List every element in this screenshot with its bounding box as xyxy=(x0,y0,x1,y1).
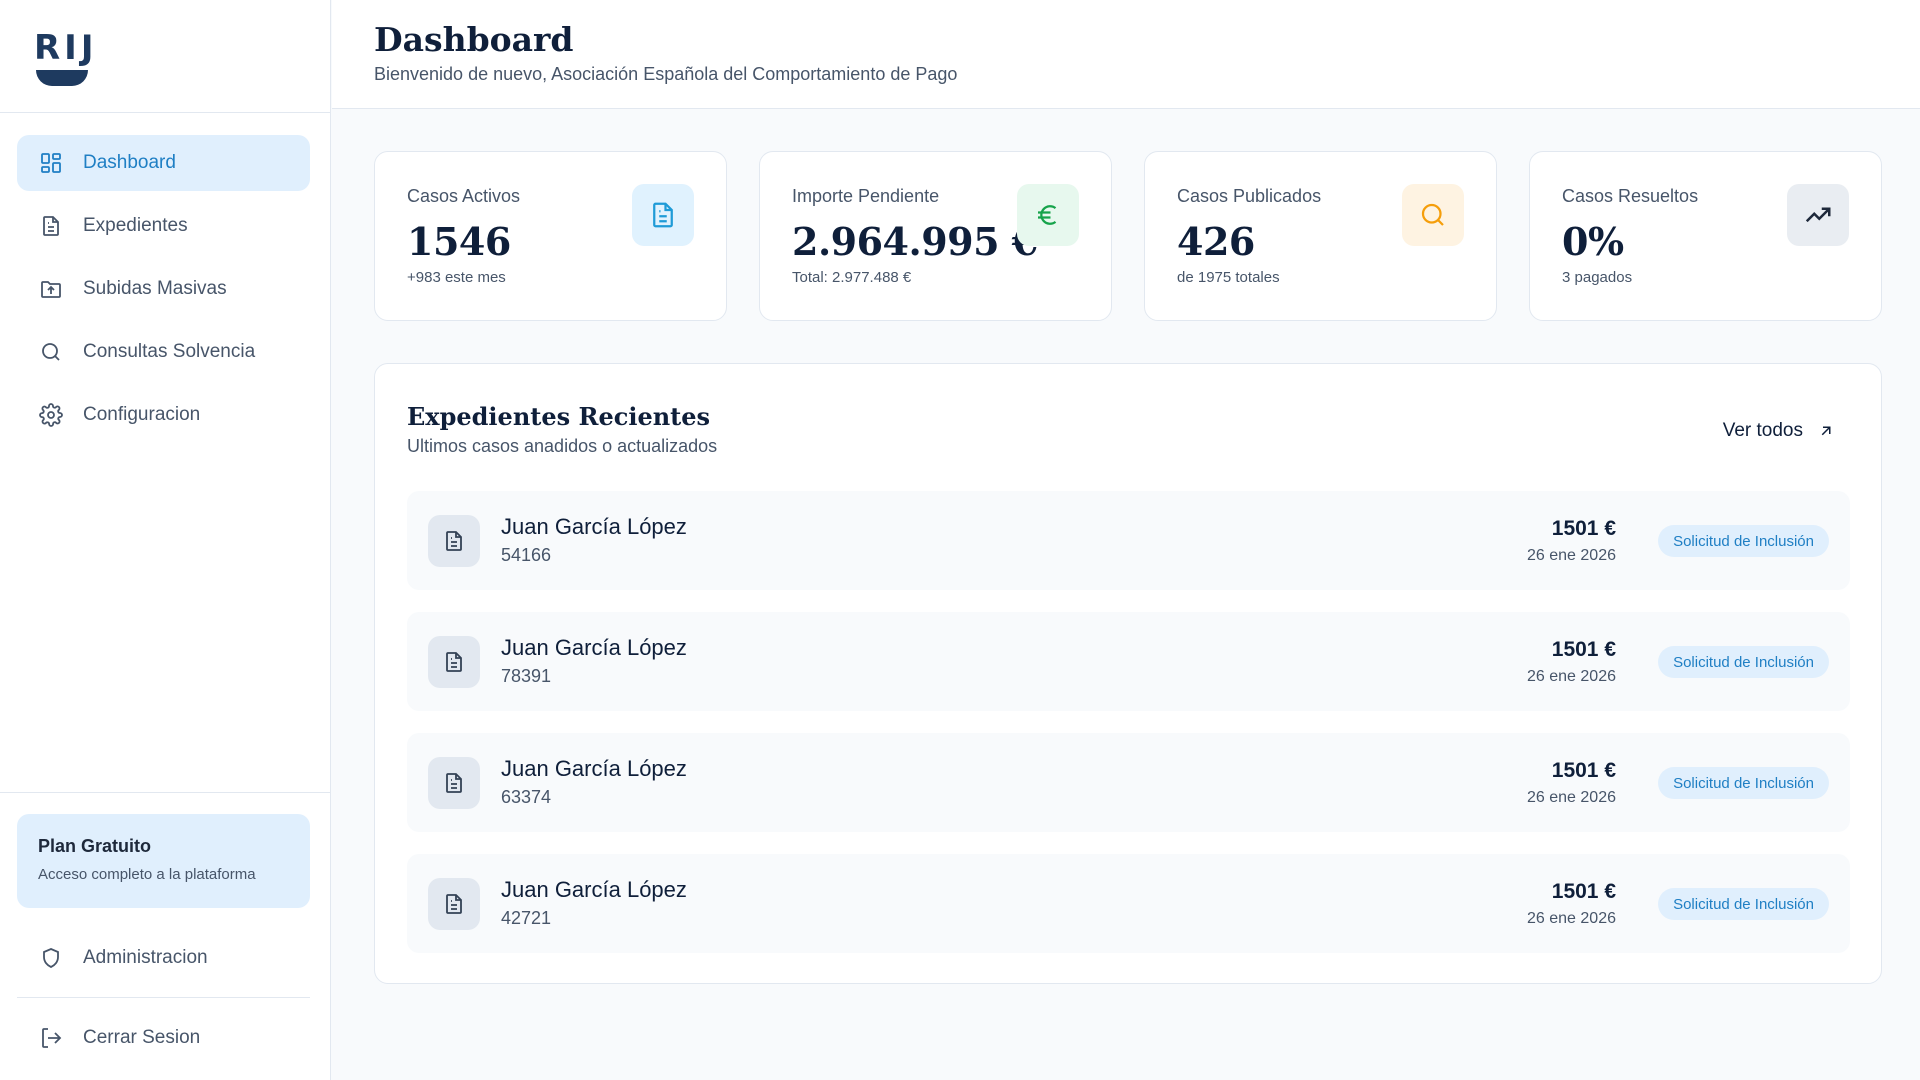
logout-button[interactable]: Cerrar Sesion xyxy=(17,1010,310,1066)
search-icon xyxy=(38,339,64,365)
recent-cases-panel: Expedientes Recientes Ultimos casos anad… xyxy=(374,363,1882,984)
case-id: 63374 xyxy=(501,787,552,807)
stat-card-casos-activos: Casos Activos 1546 +983 este mes xyxy=(374,151,727,321)
case-id: 42721 xyxy=(501,908,552,928)
status-badge: Solicitud de Inclusión xyxy=(1658,646,1829,678)
stat-card-casos-resueltos: Casos Resueltos 0% 3 pagados xyxy=(1529,151,1882,321)
page-title: Dashboard xyxy=(374,20,574,59)
shield-icon xyxy=(38,945,64,971)
stat-card-casos-publicados: Casos Publicados 426 de 1975 totales xyxy=(1144,151,1497,321)
case-id: 54166 xyxy=(501,545,552,565)
document-icon xyxy=(428,515,480,567)
gear-icon xyxy=(38,402,64,428)
arrow-up-right-icon xyxy=(1821,426,1831,436)
case-name: Juan García López xyxy=(501,756,687,781)
case-date: 26 ene 2026 xyxy=(1527,668,1616,685)
list-item[interactable]: Juan García López 42721 1501 € 26 ene 20… xyxy=(407,854,1850,953)
document-icon xyxy=(632,184,694,246)
list-item[interactable]: Juan García López 78391 1501 € 26 ene 20… xyxy=(407,612,1850,711)
document-icon xyxy=(428,757,480,809)
plan-card: Plan Gratuito Acceso completo a la plata… xyxy=(17,814,310,908)
case-date: 26 ene 2026 xyxy=(1527,789,1616,806)
stat-note: de 1975 totales xyxy=(1177,269,1280,286)
search-icon xyxy=(1402,184,1464,246)
page-subtitle: Bienvenido de nuevo, Asociación Española… xyxy=(374,64,958,84)
brand-logo[interactable]: RIJ xyxy=(34,28,98,86)
case-name: Juan García López xyxy=(501,635,687,660)
panel-title: Expedientes Recientes xyxy=(407,402,711,431)
case-amount: 1501 € xyxy=(1551,517,1616,540)
sidebar-item-label: Expedientes xyxy=(83,215,188,236)
sidebar-item-expedientes[interactable]: Expedientes xyxy=(17,198,310,254)
sidebar-item-label: Subidas Masivas xyxy=(83,278,227,299)
panel-subtitle: Ultimos casos anadidos o actualizados xyxy=(407,436,718,456)
sidebar-item-administracion[interactable]: Administracion xyxy=(17,930,310,986)
case-id: 78391 xyxy=(501,666,552,686)
trending-up-icon xyxy=(1787,184,1849,246)
stats-row: Casos Activos 1546 +983 este mes Importe… xyxy=(374,151,1882,321)
sidebar-item-label: Dashboard xyxy=(83,152,176,173)
sidebar-item-label: Administracion xyxy=(83,947,208,968)
sidebar: RIJ Dashboard Expedientes Subidas Masiva… xyxy=(0,0,331,1080)
stat-note: +983 este mes xyxy=(407,269,506,286)
folder-upload-icon xyxy=(38,276,64,302)
stat-note: Total: 2.977.488 € xyxy=(792,269,912,286)
list-item[interactable]: Juan García López 54166 1501 € 26 ene 20… xyxy=(407,491,1850,590)
sidebar-item-consultas-solvencia[interactable]: Consultas Solvencia xyxy=(17,324,310,380)
logo-smile xyxy=(36,70,88,86)
sidebar-nav: Dashboard Expedientes Subidas Masivas Co… xyxy=(17,135,310,450)
document-icon xyxy=(38,213,64,239)
logout-icon xyxy=(38,1025,64,1051)
case-amount: 1501 € xyxy=(1551,759,1616,782)
logout-label: Cerrar Sesion xyxy=(83,1027,201,1048)
sidebar-divider xyxy=(17,997,310,998)
case-name: Juan García López xyxy=(501,877,687,902)
case-amount: 1501 € xyxy=(1551,638,1616,661)
status-badge: Solicitud de Inclusión xyxy=(1658,888,1829,920)
sidebar-item-dashboard[interactable]: Dashboard xyxy=(17,135,310,191)
sidebar-item-subidas-masivas[interactable]: Subidas Masivas xyxy=(17,261,310,317)
sidebar-divider xyxy=(0,792,331,793)
logo-text: RIJ xyxy=(34,28,98,68)
status-badge: Solicitud de Inclusión xyxy=(1658,525,1829,557)
document-icon xyxy=(428,636,480,688)
see-all-label: Ver todos xyxy=(1722,420,1803,441)
grid-icon xyxy=(38,150,64,176)
document-icon xyxy=(428,878,480,930)
stat-card-importe-pendiente: Importe Pendiente 2.964.995 € Total: 2.9… xyxy=(759,151,1112,321)
case-name: Juan García López xyxy=(501,514,687,539)
sidebar-item-label: Configuracion xyxy=(83,404,201,425)
case-date: 26 ene 2026 xyxy=(1527,547,1616,564)
status-badge: Solicitud de Inclusión xyxy=(1658,767,1829,799)
euro-icon xyxy=(1017,184,1079,246)
page-header: Dashboard Bienvenido de nuevo, Asociació… xyxy=(332,0,1920,109)
sidebar-item-configuracion[interactable]: Configuracion xyxy=(17,387,310,443)
see-all-link[interactable]: Ver todos xyxy=(1723,420,1835,442)
case-amount: 1501 € xyxy=(1551,880,1616,903)
case-date: 26 ene 2026 xyxy=(1527,910,1616,927)
plan-title: Plan Gratuito xyxy=(38,836,152,856)
recent-cases-list: Juan García López 54166 1501 € 26 ene 20… xyxy=(407,491,1850,975)
list-item[interactable]: Juan García López 63374 1501 € 26 ene 20… xyxy=(407,733,1850,832)
sidebar-item-label: Consultas Solvencia xyxy=(83,341,256,362)
plan-subtitle: Acceso completo a la plataforma xyxy=(38,866,256,883)
logo-area: RIJ xyxy=(0,0,330,113)
stat-note: 3 pagados xyxy=(1562,269,1633,286)
